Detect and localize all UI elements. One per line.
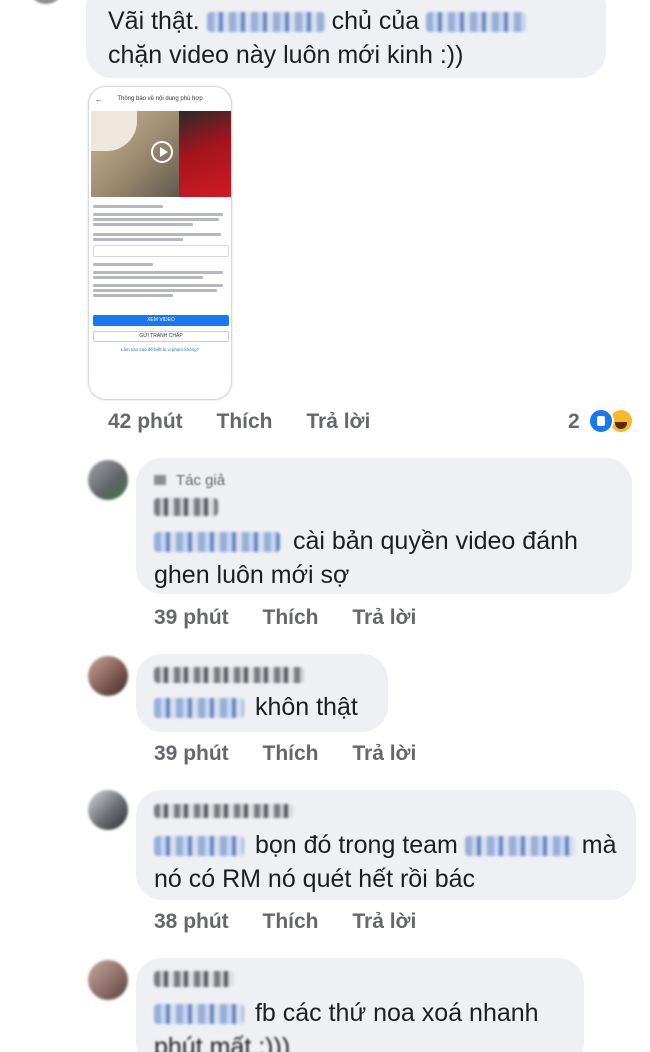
comment-text: fb các thứ noa xoá nhanh [154,996,539,1030]
comment-actions: 39 phút Thích Trả lời [154,742,444,766]
play-icon [151,141,173,163]
back-arrow-icon: ← [95,95,103,104]
like-button[interactable]: Thích [263,606,319,629]
redacted-name [206,12,325,33]
mention-tag[interactable] [154,836,244,857]
comment-text: cài bản quyền video đánh [154,524,578,558]
reply-button[interactable]: Trả lời [352,742,416,765]
avatar[interactable] [88,790,128,830]
comment-text-line2: phút mất :))) [154,1033,291,1052]
comment-actions: 38 phút Thích Trả lời [154,910,444,934]
author-name[interactable] [154,970,234,988]
author-name[interactable] [154,666,304,684]
reply-button[interactable]: Trả lời [352,910,416,933]
like-button[interactable]: Thích [263,910,319,933]
mention-tag[interactable] [154,698,244,719]
redacted-name [426,12,527,33]
video-thumbnail [91,111,231,197]
comment-text-line2: nó có RM nó quét hết rồi bác [154,865,476,893]
attachment-screen-title: Thông báo về nội dung phù hợp [117,96,203,102]
comment-text: bọn đó trong team mà [154,828,617,862]
reaction-count: 2 [568,410,580,433]
comment-text-line2: ghen luôn mới sợ [154,561,350,589]
mention-tag[interactable] [154,1004,244,1025]
avatar[interactable] [88,656,128,696]
like-button[interactable]: Thích [217,410,273,433]
pen-icon [154,475,166,485]
comment-actions: 39 phút Thích Trả lời [154,606,444,630]
comment-time[interactable]: 38 phút [154,910,229,933]
attachment-image[interactable]: Thông báo về nội dung phù hợp ← XEM VIDE… [88,86,232,400]
reply-button[interactable]: Trả lời [352,606,416,629]
like-icon [588,408,614,434]
help-link: Làm sao sao để biết bị vi phạm không? [120,347,200,352]
like-button[interactable]: Thích [263,742,319,765]
mention-tag[interactable] [154,532,280,553]
author-name[interactable] [154,802,294,820]
comment-actions: 42 phút Thích Trả lời [108,410,398,434]
avatar[interactable] [88,960,128,1000]
comment-text: Vãi thật. chủ của [108,4,527,38]
author-badge: Tác giả [154,472,225,489]
comment-time[interactable]: 39 phút [154,742,229,765]
comment-time[interactable]: 39 phút [154,606,229,629]
comment-text: khôn thật [154,690,358,724]
dispute-button: GỬI TRANH CHẤP [93,331,229,342]
comment-time[interactable]: 42 phút [108,410,183,433]
avatar[interactable] [88,460,128,500]
avatar-partial [28,0,64,4]
author-name[interactable] [154,498,218,516]
reply-button[interactable]: Trả lời [306,410,370,433]
comment-text-line2: chặn video này luôn mới kinh :)) [108,41,464,69]
view-video-button: XEM VIDEO [93,315,229,326]
redacted-name [464,836,575,857]
